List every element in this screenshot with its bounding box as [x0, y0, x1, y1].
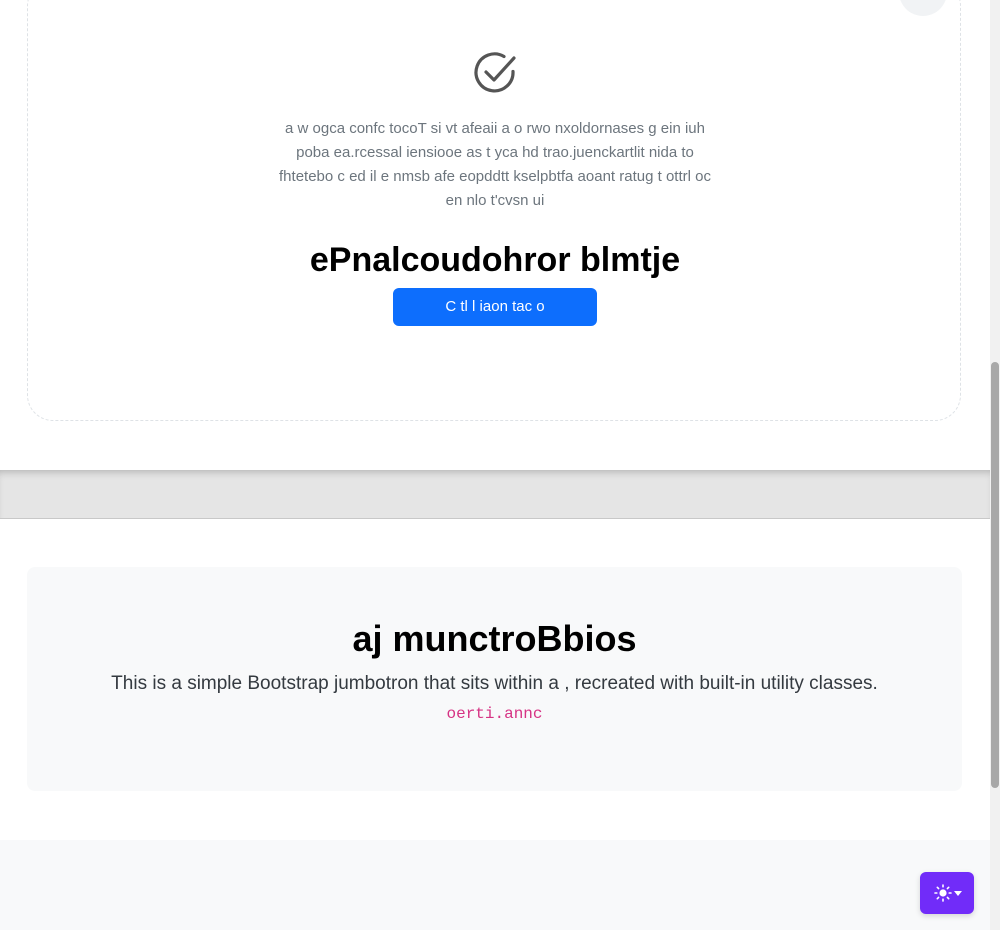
section-divider: [0, 470, 990, 519]
jumbotron-lead: This is a simple Bootstrap jumbotron tha…: [111, 673, 878, 694]
card-description: a w ogca confc tocoT si vt afeaii a o rw…: [279, 120, 711, 209]
card-section: a w ogca confc tocoT si vt afeaii a o rw…: [0, 0, 990, 470]
page: a w ogca confc tocoT si vt afeaii a o rw…: [0, 0, 990, 930]
sun-icon: [934, 884, 952, 902]
scrollbar-track[interactable]: [990, 0, 1000, 930]
card-primary-button[interactable]: C tl l iaon tac o: [393, 288, 597, 326]
caret-down-icon: [954, 891, 962, 896]
jumbotron-section: aj munctroBbios This is a simple Bootstr…: [0, 519, 990, 840]
scrollbar-thumb[interactable]: [991, 362, 999, 788]
viewport: a w ogca confc tocoT si vt afeaii a o rw…: [0, 0, 1000, 930]
jumbotron-code: oerti.annc: [446, 705, 543, 723]
footer-area: [0, 840, 990, 930]
card-heading: ePnalcoudohror blmtje: [309, 241, 681, 279]
jumbotron: aj munctroBbios This is a simple Bootstr…: [27, 567, 962, 791]
theme-toggle-button[interactable]: [920, 872, 974, 914]
check-circle-icon: [474, 52, 516, 93]
jumbotron-title: aj munctroBbios: [352, 618, 637, 659]
